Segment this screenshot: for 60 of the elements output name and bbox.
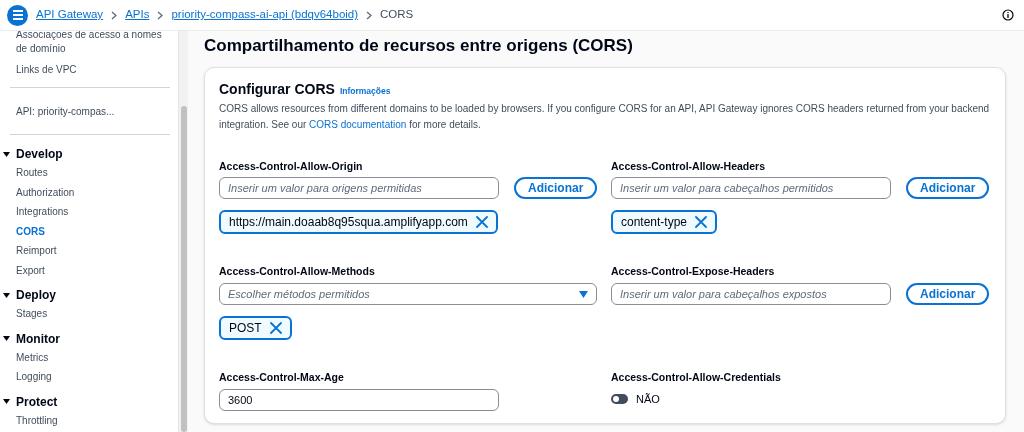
close-icon[interactable] [475, 216, 488, 229]
sidebar-item[interactable]: API: priority-compas... [16, 104, 170, 119]
field-label: Access-Control-Allow-Headers [611, 158, 767, 174]
toggle-switch[interactable] [611, 394, 628, 404]
caret-down-icon [579, 290, 588, 298]
field-label: Access-Control-Expose-Headers [611, 264, 776, 280]
field-label: Access-Control-Allow-Origin [219, 158, 364, 174]
sidebar-section-title[interactable]: Deploy [16, 286, 56, 304]
field-label: Access-Control-Max-Age [219, 370, 345, 385]
sidebar-item[interactable]: Authorization [16, 182, 170, 202]
sidebar-item[interactable]: Metrics [16, 347, 170, 367]
sidebar-item[interactable]: Stages [16, 304, 170, 324]
toggle-label: NÃO [636, 391, 660, 407]
add-button[interactable]: Adicionar [906, 177, 990, 200]
select-placeholder: Escolher métodos permitidos [228, 286, 370, 302]
add-button[interactable]: Adicionar [514, 177, 598, 200]
documentation-link[interactable]: CORS documentation [309, 118, 407, 130]
menu-icon[interactable] [7, 4, 28, 26]
info-link[interactable]: Informações [339, 84, 391, 98]
caret-down-icon[interactable] [3, 335, 10, 342]
breadcrumb-link[interactable]: APIs [125, 6, 150, 24]
caret-down-icon[interactable] [3, 291, 10, 299]
card-title: Configurar CORS [219, 79, 335, 99]
text-input[interactable]: Inserir um valor para cabeçalhos expostos [611, 283, 891, 305]
select-dropdown[interactable]: Escolher métodos permitidos [219, 283, 597, 305]
token-label: POST [229, 320, 262, 337]
sidebar-item[interactable]: Throttling [16, 410, 170, 430]
token-label: content-type [621, 214, 688, 232]
sidebar-item[interactable]: Export [16, 260, 170, 280]
sidebar-item[interactable]: Integrations [16, 202, 170, 222]
close-icon[interactable] [695, 216, 708, 229]
sidebar-section-title[interactable]: Monitor [16, 329, 60, 348]
add-button[interactable]: Adicionar [906, 283, 990, 305]
chevron-right-icon [111, 10, 118, 20]
sidebar-item[interactable]: Reimport [16, 241, 170, 261]
text-input[interactable]: Inserir um valor para origens permitidas [219, 177, 499, 200]
scrollbar[interactable] [178, 31, 188, 432]
sidebar-item[interactable]: Logging [16, 367, 170, 387]
sidebar-section-title[interactable]: Protect [16, 392, 58, 411]
close-icon[interactable] [269, 322, 282, 334]
sidebar-item[interactable]: Links de VPC [16, 63, 170, 77]
breadcrumb-link[interactable]: priority-compass-ai-api (bdqv64boid) [171, 6, 359, 24]
breadcrumb-link[interactable]: API Gateway [36, 6, 104, 24]
caret-down-icon[interactable] [3, 398, 10, 405]
chevron-right-icon [157, 10, 164, 20]
field-label: Access-Control-Allow-Credentials [611, 370, 782, 385]
chevron-right-icon [366, 10, 373, 20]
sidebar-item[interactable]: CORS [16, 221, 170, 241]
page-title: Compartilhamento de recursos entre origens (CORS) [204, 35, 634, 57]
card-description: CORS allows resources from different domains to be loaded by browsers. If you configure CORS for an API, API Gateway ignores CORS headers returned from your backend integration. See our CORS documentation for more details. [219, 101, 991, 132]
sidebar-section-title[interactable]: Develop [16, 145, 63, 163]
caret-down-icon[interactable] [3, 150, 10, 158]
info-icon[interactable] [1002, 9, 1014, 21]
text-input[interactable]: Inserir um valor para cabeçalhos permitidos [611, 177, 891, 200]
sidebar-item[interactable]: Associações de acesso a nomes de domínio [16, 31, 170, 56]
token-label: https://main.doaab8q95squa.amplifyapp.com [229, 214, 468, 232]
breadcrumb-current: CORS [380, 7, 414, 23]
text-input[interactable]: 3600 [219, 388, 499, 411]
field-label: Access-Control-Allow-Methods [219, 264, 376, 280]
sidebar-item[interactable]: Routes [16, 163, 170, 183]
